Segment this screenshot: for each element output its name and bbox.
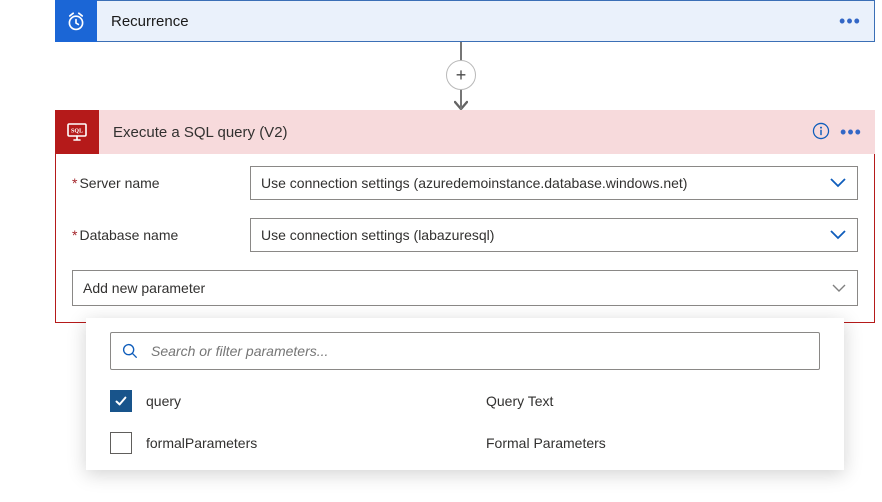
server-name-label-text: Server name <box>79 175 159 191</box>
search-icon <box>121 342 139 360</box>
chevron-down-icon <box>831 283 847 293</box>
param-option-query[interactable]: query Query Text <box>110 390 820 412</box>
sql-action-title: Execute a SQL query (V2) <box>99 124 807 141</box>
add-new-parameter-label: Add new parameter <box>83 280 205 296</box>
param-option-formal-parameters[interactable]: formalParameters Formal Parameters <box>110 432 820 454</box>
sql-action-header[interactable]: SQL Execute a SQL query (V2) ••• <box>55 110 875 154</box>
server-name-select[interactable]: Use connection settings (azuredemoinstan… <box>250 166 858 200</box>
sql-action-body: *Server name Use connection settings (az… <box>56 154 874 322</box>
chevron-down-icon <box>829 229 847 241</box>
param-option-formal-desc: Formal Parameters <box>486 435 820 451</box>
server-name-value: Use connection settings (azuredemoinstan… <box>261 175 687 191</box>
sql-more-icon[interactable]: ••• <box>835 122 875 143</box>
param-option-formal-label: formalParameters <box>146 435 486 451</box>
checkbox-checked-icon[interactable] <box>110 390 132 412</box>
database-name-select[interactable]: Use connection settings (labazuresql) <box>250 218 858 252</box>
sql-monitor-icon: SQL <box>55 110 99 154</box>
checkbox-unchecked-icon[interactable] <box>110 432 132 454</box>
database-name-row: *Database name Use connection settings (… <box>72 218 858 252</box>
add-new-parameter-select[interactable]: Add new parameter <box>72 270 858 306</box>
param-option-query-desc: Query Text <box>486 393 820 409</box>
database-name-value: Use connection settings (labazuresql) <box>261 227 494 243</box>
recurrence-more-icon[interactable]: ••• <box>834 11 874 32</box>
server-name-label: *Server name <box>72 175 250 191</box>
parameter-search-box[interactable] <box>110 332 820 370</box>
parameter-search-input[interactable] <box>149 342 809 360</box>
database-name-label: *Database name <box>72 227 250 243</box>
database-name-label-text: Database name <box>79 227 178 243</box>
recurrence-trigger-card[interactable]: Recurrence ••• <box>55 0 875 42</box>
svg-text:SQL: SQL <box>71 128 83 134</box>
clock-icon <box>55 0 97 42</box>
add-step-button[interactable]: + <box>446 60 476 90</box>
recurrence-title: Recurrence <box>97 13 834 30</box>
server-name-row: *Server name Use connection settings (az… <box>72 166 858 200</box>
info-icon[interactable] <box>807 122 835 143</box>
sql-action-card: SQL Execute a SQL query (V2) ••• *Server… <box>55 110 875 323</box>
param-option-query-label: query <box>146 393 486 409</box>
parameter-dropdown-panel: query Query Text formalParameters Formal… <box>86 318 844 470</box>
chevron-down-icon <box>829 177 847 189</box>
